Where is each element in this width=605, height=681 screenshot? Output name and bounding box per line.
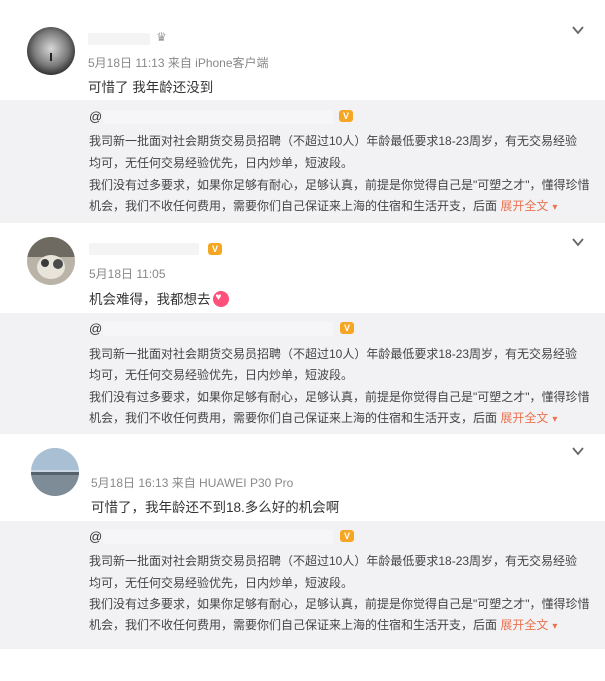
post-meta: 5月18日 11:13 来自 iPhone客户端 [88, 56, 269, 70]
vip-badge-icon: V [340, 530, 354, 542]
chevron-down-icon[interactable] [571, 235, 585, 249]
avatar[interactable] [27, 27, 75, 75]
username-redacted[interactable] [89, 243, 199, 255]
vip-badge-icon: V [208, 243, 222, 255]
quoted-line: 我们没有过多要求，如果你足够有耐心，足够认真，前提是你觉得自己是"可塑之才"，懂… [89, 178, 590, 192]
expand-full-text-link[interactable]: 展开全文 ▾ [500, 199, 557, 213]
chevron-down-icon: ▾ [552, 202, 558, 213]
quoted-username[interactable]: @ [89, 321, 102, 336]
chevron-down-icon: ▾ [552, 621, 558, 632]
quoted-post[interactable]: @ V 我司新一批面对社会期货交易员招聘（不超过10人）年龄最低要求18-23周… [0, 313, 605, 429]
post-meta: 5月18日 16:13 来自 HUAWEI P30 Pro [91, 476, 294, 490]
heart-eyes-emoji-icon [212, 291, 229, 307]
quoted-username-redacted [103, 530, 333, 544]
expand-full-text-link[interactable]: 展开全文 ▾ [500, 411, 557, 425]
quoted-post[interactable]: @ V 我司新一批面对社会期货交易员招聘（不超过10人）年龄最低要求18-23周… [0, 100, 605, 217]
quoted-line: 机会，我们不收任何费用，需要你们自己保证来上海的住宿和生活开支，后面 [89, 618, 498, 632]
comment-text: 可惜了，我年龄还不到18.多么好的机会啊 [91, 500, 340, 515]
crown-icon: ♛ [156, 30, 167, 44]
quoted-line: 我司新一批面对社会期货交易员招聘（不超过10人）年龄最低要求18-23周岁，有无… [89, 134, 578, 148]
chevron-down-icon[interactable] [571, 444, 585, 458]
expand-full-text-link[interactable]: 展开全文 ▾ [500, 618, 557, 632]
quoted-username-redacted [103, 322, 333, 336]
quoted-line: 均可，无任何交易经验优先，日内炒单，短波段。 [89, 576, 354, 590]
quoted-line: 机会，我们不收任何费用，需要你们自己保证来上海的住宿和生活开支，后面 [89, 199, 498, 213]
avatar[interactable] [31, 448, 79, 496]
quoted-line: 均可，无任何交易经验优先，日内炒单，短波段。 [89, 156, 354, 170]
comment-text: 可惜了 我年龄还没到 [88, 80, 214, 95]
quoted-post[interactable]: @ V 我司新一批面对社会期货交易员招聘（不超过10人）年龄最低要求18-23周… [0, 521, 605, 649]
quoted-line: 机会，我们不收任何费用，需要你们自己保证来上海的住宿和生活开支，后面 [89, 411, 498, 425]
comment-card: 5月18日 16:13 来自 HUAWEI P30 Pro 可惜了，我年龄还不到… [0, 434, 605, 649]
comment-text: 机会难得，我都想去 [89, 292, 211, 307]
quoted-line: 我司新一批面对社会期货交易员招聘（不超过10人）年龄最低要求18-23周岁，有无… [89, 347, 578, 361]
vip-badge-icon: V [340, 322, 354, 334]
chevron-down-icon[interactable] [571, 23, 585, 37]
quoted-line: 我司新一批面对社会期货交易员招聘（不超过10人）年龄最低要求18-23周岁，有无… [89, 554, 578, 568]
quoted-line: 我们没有过多要求，如果你足够有耐心，足够认真，前提是你觉得自己是"可塑之才"，懂… [89, 597, 590, 611]
quoted-line: 均可，无任何交易经验优先，日内炒单，短波段。 [89, 368, 354, 382]
comment-card: ♛ 5月18日 11:13 来自 iPhone客户端 可惜了 我年龄还没到 @ … [0, 0, 605, 217]
comment-card: V 5月18日 11:05 机会难得，我都想去 @ V 我司新一批面对社会期货交… [0, 223, 605, 429]
quoted-username-redacted [103, 110, 333, 124]
avatar[interactable] [27, 237, 75, 285]
username-redacted[interactable] [88, 33, 150, 45]
quoted-username[interactable]: @ [89, 109, 102, 124]
quoted-username[interactable]: @ [89, 529, 102, 544]
post-meta: 5月18日 11:05 [89, 267, 166, 281]
chevron-down-icon: ▾ [552, 414, 558, 425]
quoted-line: 我们没有过多要求，如果你足够有耐心，足够认真，前提是你觉得自己是"可塑之才"，懂… [89, 390, 590, 404]
vip-badge-icon: V [339, 110, 353, 122]
